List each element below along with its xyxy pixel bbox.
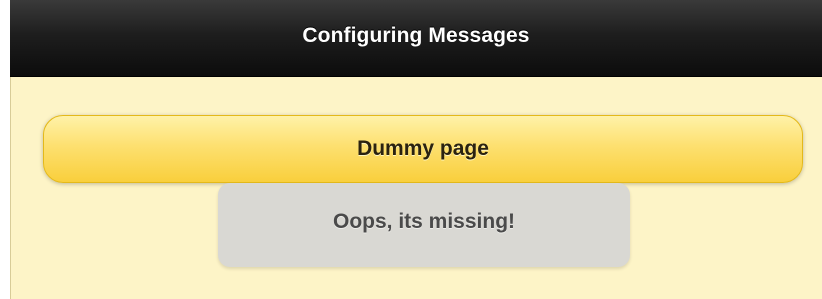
page-title: Configuring Messages xyxy=(302,24,530,47)
app-frame: Configuring Messages Dummy page Oops, it… xyxy=(0,0,822,299)
header-bar: Configuring Messages xyxy=(10,0,822,77)
dummy-page-button[interactable]: Dummy page xyxy=(43,115,803,183)
error-message-popup: Oops, its missing! xyxy=(218,183,630,267)
dummy-page-button-label: Dummy page xyxy=(357,137,489,160)
error-message-text: Oops, its missing! xyxy=(332,210,516,233)
